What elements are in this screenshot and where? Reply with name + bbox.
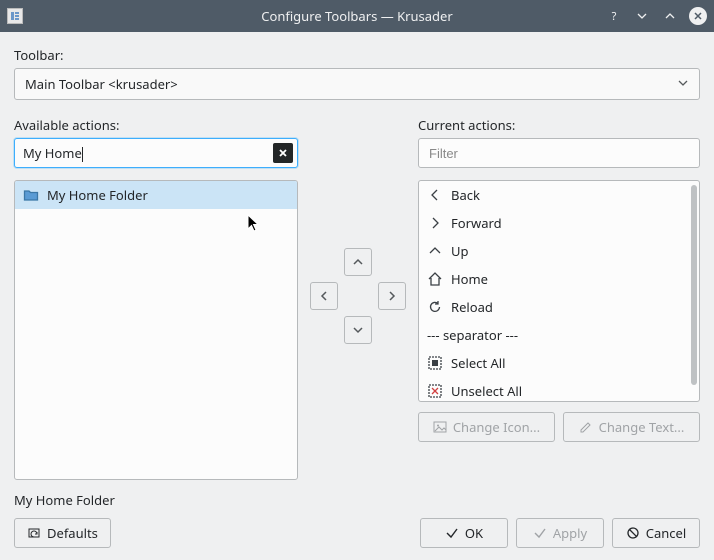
list-item-label: Up	[451, 242, 469, 260]
current-filter-input[interactable]	[427, 145, 691, 162]
move-buttons	[310, 248, 406, 344]
back-icon	[427, 187, 443, 203]
home-icon	[427, 271, 443, 287]
reload-icon	[427, 299, 443, 315]
change-icon-label: Change Icon...	[453, 418, 540, 436]
current-actions-list[interactable]: Back Forward Up Home Reload --- separator ---…	[418, 180, 700, 402]
help-button[interactable]: ?	[605, 7, 623, 25]
list-item-label: My Home Folder	[47, 186, 148, 204]
move-left-button[interactable]	[310, 282, 338, 310]
list-item[interactable]: Forward	[419, 209, 699, 237]
unselect-all-icon	[427, 383, 443, 399]
select-all-icon	[427, 355, 443, 371]
list-item[interactable]: Back	[419, 181, 699, 209]
list-item[interactable]: My Home Folder	[15, 181, 297, 209]
scrollbar[interactable]	[691, 185, 697, 385]
list-item[interactable]: Reload	[419, 293, 699, 321]
cancel-icon	[626, 526, 640, 540]
check-icon	[533, 526, 547, 540]
apply-label: Apply	[553, 524, 587, 542]
change-icon-button[interactable]: Change Icon...	[418, 412, 555, 442]
maximize-button[interactable]	[661, 7, 679, 25]
defaults-label: Defaults	[47, 524, 98, 542]
pencil-icon	[579, 420, 593, 434]
list-item-label: Reload	[451, 298, 493, 316]
list-item[interactable]: Select All	[419, 349, 699, 377]
change-text-button[interactable]: Change Text...	[563, 412, 700, 442]
forward-icon	[427, 215, 443, 231]
close-button[interactable]	[689, 7, 707, 25]
change-text-label: Change Text...	[599, 418, 685, 436]
list-item-label: Select All	[451, 354, 505, 372]
status-text: My Home Folder	[14, 491, 115, 509]
status-line: My Home Folder	[14, 490, 700, 510]
svg-text:?: ?	[612, 10, 617, 22]
up-icon	[427, 243, 443, 259]
list-item[interactable]: Home	[419, 265, 699, 293]
available-actions-label: Available actions:	[14, 116, 298, 134]
app-icon	[7, 8, 23, 24]
clear-filter-button[interactable]	[273, 143, 293, 163]
apply-button[interactable]: Apply	[516, 518, 604, 548]
available-filter-value: My Home	[23, 144, 82, 162]
separator-item[interactable]: --- separator ---	[419, 321, 699, 349]
list-item[interactable]: Up	[419, 237, 699, 265]
move-right-button[interactable]	[378, 282, 406, 310]
toolbar-select-value: Main Toolbar <krusader>	[25, 75, 178, 93]
move-up-button[interactable]	[344, 248, 372, 276]
chevron-down-icon	[677, 75, 689, 93]
list-item[interactable]: Unselect All	[419, 377, 699, 402]
cancel-button[interactable]: Cancel	[612, 518, 700, 548]
folder-icon	[23, 187, 39, 203]
toolbar-label: Toolbar:	[14, 46, 700, 64]
restore-defaults-icon	[27, 526, 41, 540]
defaults-button[interactable]: Defaults	[14, 518, 111, 548]
image-icon	[433, 420, 447, 434]
list-item-label: Forward	[451, 214, 502, 232]
list-item-label: Home	[451, 270, 488, 288]
available-actions-list[interactable]: My Home Folder	[14, 180, 298, 480]
titlebar: Configure Toolbars — Krusader ?	[0, 0, 714, 32]
minimize-button[interactable]	[633, 7, 651, 25]
move-down-button[interactable]	[344, 316, 372, 344]
available-filter[interactable]: My Home	[14, 138, 298, 168]
list-item-label: Back	[451, 186, 480, 204]
text-caret	[82, 144, 83, 162]
toolbar-select[interactable]: Main Toolbar <krusader>	[14, 68, 700, 100]
check-icon	[445, 526, 459, 540]
ok-button[interactable]: OK	[420, 518, 508, 548]
list-item-label: Unselect All	[451, 382, 522, 400]
ok-label: OK	[465, 524, 483, 542]
current-actions-label: Current actions:	[418, 116, 700, 134]
current-filter[interactable]	[418, 138, 700, 168]
cancel-label: Cancel	[646, 524, 686, 542]
